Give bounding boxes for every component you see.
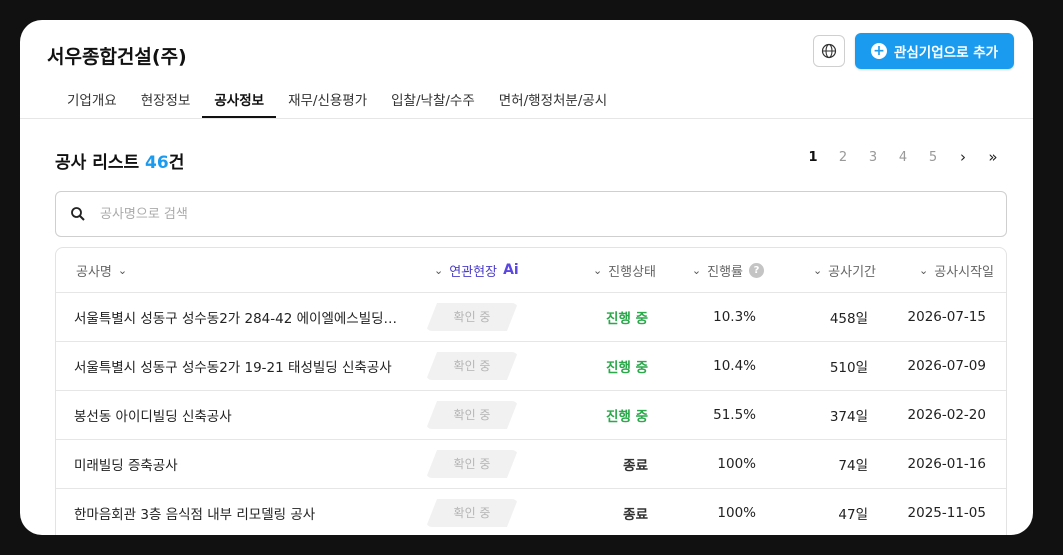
site-status-pill: 확인 중 — [426, 450, 518, 478]
site-status-pill: 확인 중 — [426, 352, 518, 380]
cell-site: 확인 중 — [426, 303, 536, 331]
site-status-pill: 확인 중 — [426, 499, 518, 527]
page-2[interactable]: 2 — [828, 150, 858, 165]
cell-status: 진행 중 — [606, 311, 648, 327]
tab-licenses-disclosures[interactable]: 면허/행정처분/공시 — [487, 89, 619, 116]
list-title-text: 공사 리스트 — [55, 153, 140, 173]
table-row[interactable]: 봉선동 아이디빌딩 신축공사 확인 중 진행 중 51.5% 374일 2026… — [56, 391, 1006, 440]
cell-days: 374일 — [829, 409, 868, 425]
chevron-down-icon: ⌄ — [691, 263, 702, 277]
table-header: 공사명 ⌄ ⌄ 연관현장 Ai ⌄ 진행상태 ⌄ 진행률 ? ⌄ 공사기간 ⌄ … — [56, 248, 1006, 293]
ai-badge: Ai — [503, 262, 519, 278]
help-icon[interactable]: ? — [749, 262, 764, 278]
search-icon — [71, 207, 85, 221]
tab-finance-credit[interactable]: 재무/신용평가 — [276, 89, 379, 116]
cell-status: 종료 — [623, 507, 648, 523]
table-row[interactable]: 한마음회관 3층 음식점 내부 리모델링 공사 확인 중 종료 100% 47일… — [56, 489, 1006, 535]
col-name-header[interactable]: 공사명 ⌄ — [56, 261, 426, 280]
site-status-pill: 확인 중 — [426, 303, 518, 331]
cell-days: 458일 — [829, 311, 868, 327]
cell-name: 서울특별시 성동구 성수동2가 284-42 에이엘에스빌딩… — [74, 311, 398, 327]
col-site-header[interactable]: ⌄ 연관현장 Ai — [426, 261, 544, 280]
cell-rate: 100% — [717, 456, 756, 472]
cell-rate: 10.3% — [713, 309, 756, 325]
cell-date: 2026-07-15 — [907, 309, 986, 325]
cell-site: 확인 중 — [426, 499, 536, 527]
cell-name: 한마음회관 3층 음식점 내부 리모델링 공사 — [74, 507, 316, 523]
table-row[interactable]: 서울특별시 성동구 성수동2가 19-21 태성빌딩 신축공사 확인 중 진행 … — [56, 342, 1006, 391]
site-status-pill: 확인 중 — [426, 401, 518, 429]
company-name: 서우종합건설(주) — [47, 46, 187, 68]
cell-status: 종료 — [623, 458, 648, 474]
chevron-down-icon: ⌄ — [117, 263, 128, 277]
table-row[interactable]: 미래빌딩 증축공사 확인 중 종료 100% 74일 2026-01-16 — [56, 440, 1006, 489]
page-5[interactable]: 5 — [918, 150, 948, 165]
construction-table: 공사명 ⌄ ⌄ 연관현장 Ai ⌄ 진행상태 ⌄ 진행률 ? ⌄ 공사기간 ⌄ … — [55, 247, 1007, 535]
table-row[interactable]: 서울특별시 성동구 성수동2가 284-42 에이엘에스빌딩… 확인 중 진행 … — [56, 293, 1006, 342]
col-date-label: 공사시작일 — [934, 264, 994, 280]
chevron-down-icon: ⌄ — [918, 263, 929, 277]
col-rate-header[interactable]: ⌄ 진행률 ? — [656, 261, 764, 280]
last-page-icon[interactable]: » — [978, 148, 1008, 166]
cell-site: 확인 중 — [426, 450, 536, 478]
pagination: 1 2 3 4 5 › » — [798, 148, 1008, 166]
app-window: 서우종합건설(주) + 관심기업으로 추가 기업개요 현장정보 공사정보 재무/… — [20, 20, 1033, 535]
cell-date: 2026-01-16 — [907, 456, 986, 472]
col-days-header[interactable]: ⌄ 공사기간 — [764, 261, 876, 280]
page-1[interactable]: 1 — [798, 150, 828, 165]
list-count: 46 — [145, 153, 169, 173]
col-date-header[interactable]: ⌄ 공사시작일 — [876, 261, 994, 280]
page-3[interactable]: 3 — [858, 150, 888, 165]
tab-construction-info[interactable]: 공사정보 — [202, 89, 276, 118]
language-button[interactable] — [813, 35, 845, 67]
tab-company-overview[interactable]: 기업개요 — [55, 89, 129, 116]
chevron-down-icon: ⌄ — [592, 263, 603, 277]
search-input[interactable] — [98, 205, 982, 223]
tab-bids-awards[interactable]: 입찰/낙찰/수주 — [379, 89, 487, 116]
cell-date: 2025-11-05 — [907, 505, 986, 521]
cell-rate: 10.4% — [713, 358, 756, 374]
next-page-icon[interactable]: › — [948, 148, 978, 166]
tab-site-info[interactable]: 현장정보 — [129, 89, 203, 116]
cell-days: 47일 — [838, 507, 868, 523]
plus-circle-icon: + — [870, 43, 887, 59]
chevron-down-icon: ⌄ — [812, 263, 823, 277]
chevron-down-icon: ⌄ — [434, 263, 444, 277]
cell-days: 510일 — [829, 360, 868, 376]
cell-date: 2026-02-20 — [907, 407, 986, 423]
cell-name: 서울특별시 성동구 성수동2가 19-21 태성빌딩 신축공사 — [74, 360, 392, 376]
tab-bar: 기업개요 현장정보 공사정보 재무/신용평가 입찰/낙찰/수주 면허/행정처분/… — [55, 89, 619, 118]
add-favorite-label: 관심기업으로 추가 — [893, 45, 999, 61]
col-days-label: 공사기간 — [828, 264, 876, 280]
col-rate-label: 진행률 — [707, 264, 743, 280]
list-title: 공사 리스트 46건 — [55, 148, 184, 173]
add-favorite-company-button[interactable]: + 관심기업으로 추가 — [855, 33, 1014, 69]
cell-date: 2026-07-09 — [907, 358, 986, 374]
col-status-label: 진행상태 — [608, 264, 656, 280]
cell-status: 진행 중 — [606, 360, 648, 376]
cell-site: 확인 중 — [426, 401, 536, 429]
search-box — [55, 191, 1007, 237]
cell-site: 확인 중 — [426, 352, 536, 380]
globe-icon — [821, 43, 837, 59]
cell-rate: 100% — [717, 505, 756, 521]
cell-name: 미래빌딩 증축공사 — [74, 458, 178, 474]
col-site-label: 연관현장 — [449, 264, 498, 280]
cell-status: 진행 중 — [606, 409, 648, 425]
cell-rate: 51.5% — [713, 407, 756, 423]
cell-name: 봉선동 아이디빌딩 신축공사 — [74, 409, 232, 425]
company-header: 서우종합건설(주) + 관심기업으로 추가 기업개요 현장정보 공사정보 재무/… — [20, 20, 1033, 119]
col-name-label: 공사명 — [76, 264, 112, 280]
list-count-unit: 건 — [168, 153, 185, 173]
page-4[interactable]: 4 — [888, 150, 918, 165]
col-status-header[interactable]: ⌄ 진행상태 — [544, 261, 656, 280]
cell-days: 74일 — [838, 458, 868, 474]
